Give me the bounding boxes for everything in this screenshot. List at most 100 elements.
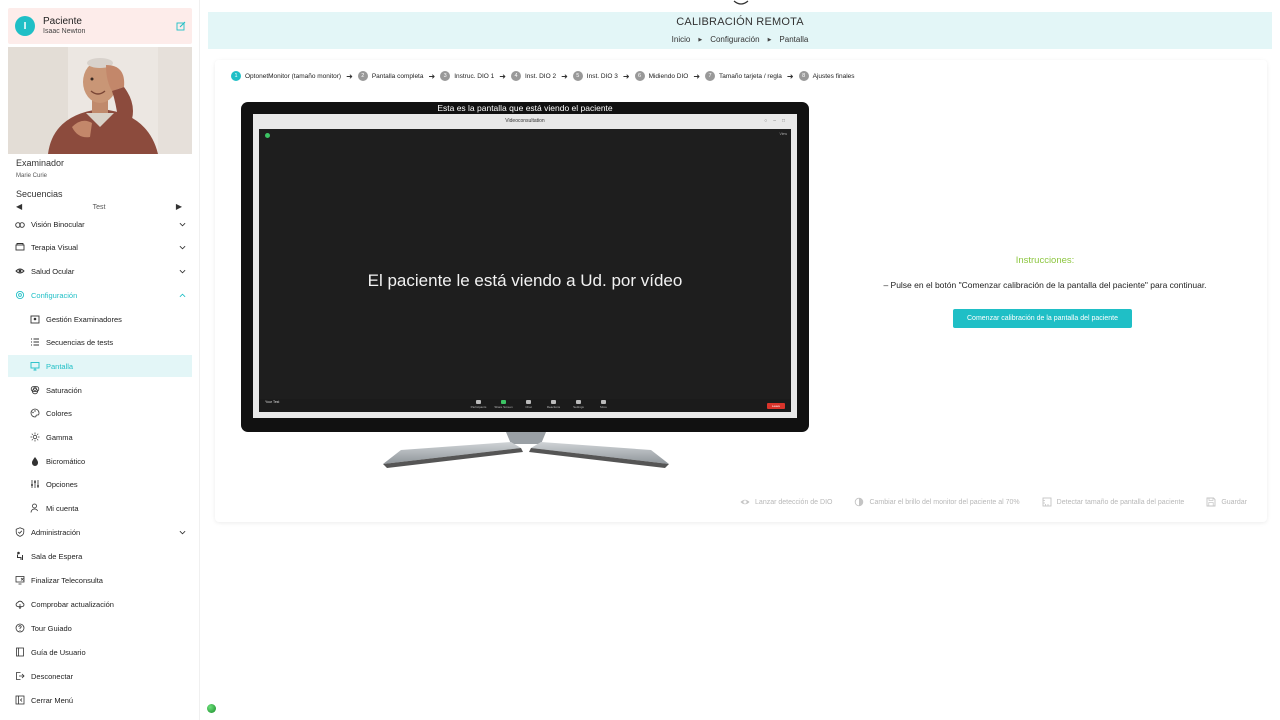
video-controls-bar: Your Test Participants Share Screen Chat… bbox=[259, 399, 791, 412]
sequence-selector: ◀ Test ▶ bbox=[16, 202, 182, 214]
arrow-right-icon: ➜ bbox=[693, 71, 701, 81]
sidebar-item-label: Colores bbox=[46, 408, 72, 418]
instructions-title: Instrucciones: bbox=[1015, 255, 1075, 266]
chevron-down-icon bbox=[179, 269, 186, 273]
sidebar-item-label: Configuración bbox=[31, 290, 78, 300]
sidebar-item-tour-guiado[interactable]: Tour Guiado bbox=[8, 617, 192, 639]
breadcrumb-pantalla: Pantalla bbox=[779, 35, 809, 44]
sidebar: I Paciente Isaac Newton Examinador Marie… bbox=[0, 0, 200, 720]
sidebar-item-label: Gestión Examinadores bbox=[46, 314, 122, 324]
next-sequence-icon[interactable]: ▶ bbox=[176, 202, 182, 211]
arrow-right-icon: ➜ bbox=[622, 71, 630, 81]
tool-label: Cambiar el brillo del monitor del pacien… bbox=[869, 498, 1020, 506]
sidebar-item-desconectar[interactable]: Desconectar bbox=[8, 665, 192, 687]
examiner-name: Marie Curie bbox=[16, 173, 48, 179]
calibration-stepper: 1 OptonetMonitor (tamaño monitor) ➜ 2 Pant… bbox=[231, 70, 855, 82]
edit-icon[interactable] bbox=[176, 21, 186, 31]
sidebar-item-label: Gamma bbox=[46, 432, 73, 442]
list-icon bbox=[31, 338, 39, 346]
sidebar-item-terapia-visual[interactable]: Terapia Visual bbox=[8, 236, 192, 258]
chevron-up-icon bbox=[179, 293, 186, 297]
sidebar-item-label: Bicromático bbox=[46, 456, 86, 466]
sidebar-item-secuencias-de-tests[interactable]: Secuencias de tests bbox=[8, 331, 192, 353]
arrow-right-icon: ➜ bbox=[428, 71, 436, 81]
patient-video bbox=[8, 47, 192, 154]
sidebar-item-label: Visión Binocular bbox=[31, 219, 85, 229]
sidebar-item-label: Opciones bbox=[46, 479, 78, 489]
save-button[interactable]: Guardar bbox=[1206, 497, 1247, 507]
settings-control: Settings bbox=[566, 400, 591, 409]
breadcrumb-home[interactable]: Inicio bbox=[672, 35, 691, 44]
sidebar-item-vision-binocular[interactable]: Visión Binocular bbox=[8, 216, 192, 235]
sidebar-item-finalizar-teleconsulta[interactable]: Finalizar Teleconsulta bbox=[8, 569, 192, 591]
instructions-panel: Instrucciones: – Pulse en el botón "Come… bbox=[845, 60, 1245, 522]
sidebar-item-comprobar-actualizacion[interactable]: Comprobar actualización bbox=[8, 593, 192, 615]
sidebar-item-mi-cuenta[interactable]: Mi cuenta bbox=[8, 497, 192, 519]
step-label: Midiendo DIO bbox=[648, 72, 689, 80]
sidebar-item-pantalla[interactable]: Pantalla bbox=[8, 355, 192, 377]
chevron-down-icon bbox=[179, 222, 186, 226]
sidebar-item-gestion-examinadores[interactable]: Gestión Examinadores bbox=[8, 308, 192, 330]
patient-name: Isaac Newton bbox=[43, 28, 86, 35]
breadcrumb-configuracion[interactable]: Configuración bbox=[710, 35, 759, 44]
calibration-toolbar: Lanzar detección de DIO Cambiar el brill… bbox=[718, 497, 1247, 507]
step-label: Inst. DIO 2 bbox=[525, 72, 557, 80]
step-number: 8 bbox=[798, 71, 809, 81]
monitor-stand bbox=[383, 432, 669, 468]
step-1[interactable]: 1 OptonetMonitor (tamaño monitor) bbox=[231, 71, 341, 81]
view-toggle: View bbox=[779, 132, 787, 136]
step-label: Pantalla completa bbox=[371, 72, 424, 80]
waiting-room-icon bbox=[17, 551, 23, 560]
step-label: Inst. DIO 3 bbox=[586, 72, 618, 80]
patient-card[interactable]: I Paciente Isaac Newton bbox=[8, 8, 192, 44]
sidebar-item-configuracion[interactable]: Configuración bbox=[8, 284, 192, 306]
patient-avatar: I bbox=[15, 16, 35, 36]
tool-label: Lanzar detección de DIO bbox=[755, 498, 833, 506]
leave-button: Leave bbox=[767, 403, 785, 409]
step-number: 2 bbox=[357, 71, 368, 81]
step-number: 6 bbox=[634, 71, 645, 81]
examiner-label: Examinador bbox=[16, 158, 65, 168]
step-7[interactable]: 7 Tamaño tarjeta / regla bbox=[705, 71, 782, 81]
step-3[interactable]: 3 Instruc. DIO 1 bbox=[440, 71, 494, 81]
page-header: CALIBRACIÓN REMOTA Inicio ▶ Configuración ▶… bbox=[208, 12, 1272, 49]
launch-dio-detection-button[interactable]: Lanzar detección de DIO bbox=[740, 497, 832, 507]
step-4[interactable]: 4 Inst. DIO 2 bbox=[511, 71, 556, 81]
sequence-value: Test bbox=[92, 204, 106, 211]
eye-icon bbox=[740, 499, 750, 505]
sidebar-item-label: Mi cuenta bbox=[46, 503, 79, 513]
sidebar-item-gamma[interactable]: Gamma bbox=[8, 426, 192, 448]
sidebar-item-administracion[interactable]: Administración bbox=[8, 521, 192, 543]
sidebar-item-sala-de-espera[interactable]: Sala de Espera bbox=[8, 545, 192, 567]
step-label: OptonetMonitor (tamaño monitor) bbox=[245, 72, 342, 80]
detect-screen-size-button[interactable]: Detectar tamaño de pantalla del paciente bbox=[1042, 497, 1184, 507]
change-brightness-button[interactable]: Cambiar el brillo del monitor del pacien… bbox=[854, 497, 1020, 507]
monitor-caption: Esta es la pantalla que está viendo el p… bbox=[437, 103, 613, 113]
collapse-header-icon[interactable] bbox=[733, 0, 749, 6]
sidebar-item-label: Sala de Espera bbox=[31, 551, 83, 561]
page-title: CALIBRACIÓN REMOTA bbox=[676, 16, 804, 28]
eye-health-icon bbox=[15, 268, 25, 274]
sliders-icon bbox=[31, 480, 39, 488]
palette-icon bbox=[30, 408, 40, 418]
monitor-frame: Esta es la pantalla que está viendo el p… bbox=[241, 102, 809, 432]
sidebar-item-label: Cerrar Menú bbox=[31, 695, 74, 705]
step-5[interactable]: 5 Inst. DIO 3 bbox=[572, 71, 618, 81]
start-calibration-button[interactable]: Comenzar calibración de la pantalla del … bbox=[953, 309, 1132, 328]
sun-icon bbox=[30, 432, 40, 442]
sidebar-item-colores[interactable]: Colores bbox=[8, 402, 192, 424]
sidebar-item-guia-de-usuario[interactable]: Guía de Usuario bbox=[8, 641, 192, 663]
sidebar-item-saturacion[interactable]: Saturación bbox=[8, 379, 192, 401]
brightness-icon bbox=[855, 497, 864, 507]
step-2[interactable]: 2 Pantalla completa bbox=[357, 71, 424, 81]
chat-control: Chat bbox=[516, 400, 541, 409]
gear-icon bbox=[15, 290, 25, 300]
sidebar-item-bicromatico[interactable]: Bicromático bbox=[8, 450, 192, 472]
ruler-icon bbox=[1042, 497, 1052, 507]
sidebar-item-opciones[interactable]: Opciones bbox=[8, 473, 192, 495]
sidebar-item-salud-ocular[interactable]: Salud Ocular bbox=[8, 260, 192, 282]
breadcrumb-separator-icon: ▶ bbox=[767, 37, 772, 43]
sidebar-item-cerrar-menu[interactable]: Cerrar Menú bbox=[8, 689, 192, 711]
step-6[interactable]: 6 Midiendo DIO bbox=[634, 71, 689, 81]
arrow-right-icon: ➜ bbox=[561, 71, 568, 81]
